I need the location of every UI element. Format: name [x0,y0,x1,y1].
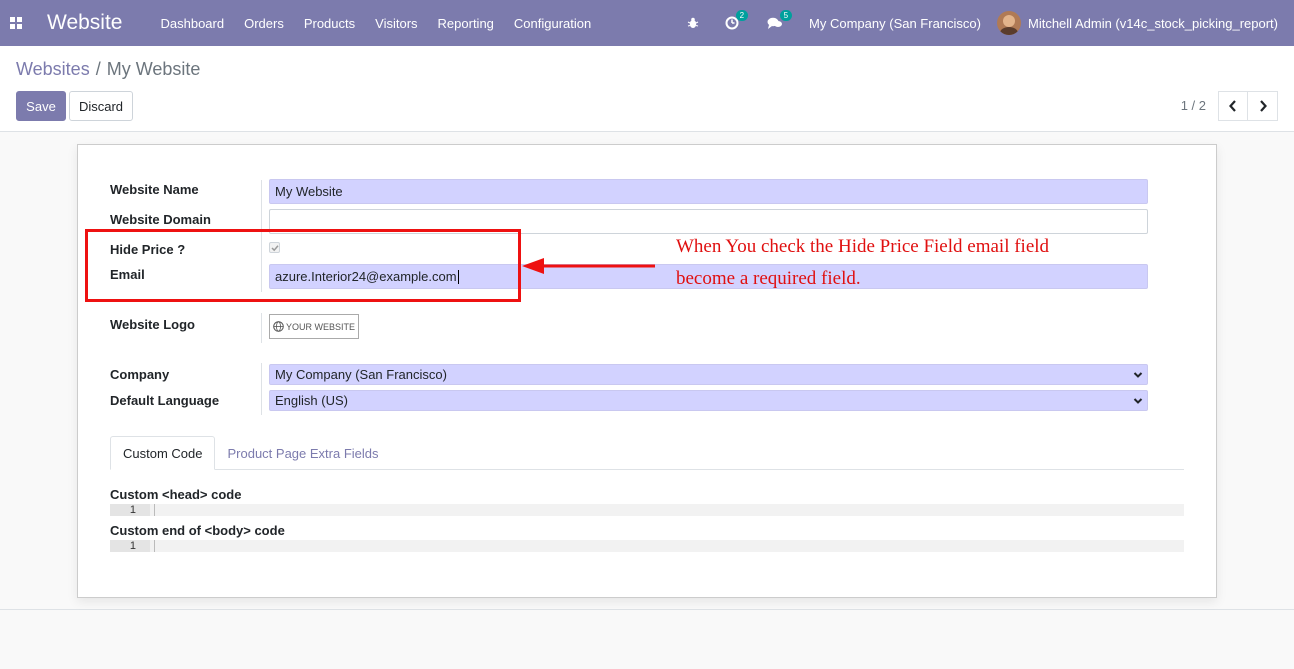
globe-icon [273,321,284,332]
form-sheet: Website Name Website Domain Hide Price ?… [77,144,1217,598]
custom-head-code-label: Custom <head> code [110,487,242,502]
messages-chat-icon[interactable]: 5 [767,10,793,30]
annotation-line-2: become a required field. [676,268,861,289]
chevron-left-icon [1229,100,1236,112]
company-select[interactable]: My Company (San Francisco) [269,364,1148,385]
website-name-value: My Website [275,184,343,199]
menu-item-products[interactable]: Products [294,16,365,31]
company-switcher[interactable]: My Company (San Francisco) [809,16,981,31]
chevron-right-icon [1259,100,1267,112]
apps-grid-icon[interactable] [0,0,32,46]
pager-buttons [1218,91,1278,121]
avatar [997,11,1021,35]
chevron-down-icon [1133,398,1143,404]
menu-item-visitors[interactable]: Visitors [365,16,427,31]
custom-body-code-label: Custom end of <body> code [110,523,285,538]
form-view-content: Website Name Website Domain Hide Price ?… [0,132,1294,610]
company-label: Company [110,367,170,382]
annotation-note: When You check the Hide Price Field emai… [676,231,1136,295]
default-language-select[interactable]: English (US) [269,390,1148,411]
custom-head-code-editor[interactable]: 1 [110,504,1184,516]
breadcrumb: Websites / My Website [16,59,200,80]
line-number: 1 [110,504,150,516]
custom-body-code-editor[interactable]: 1 [110,540,1184,552]
control-panel: Websites / My Website Save Discard 1 / 2 [0,46,1294,132]
annotation-line-1: When You check the Hide Price Field emai… [676,236,1050,257]
logo-text: YOUR WEBSITE [286,321,356,332]
breadcrumb-websites-link[interactable]: Websites [16,59,90,80]
language-select-value: English (US) [275,393,348,408]
website-domain-label: Website Domain [110,212,211,227]
menu-item-reporting[interactable]: Reporting [428,16,504,31]
debug-bug-icon[interactable] [687,17,699,29]
save-button[interactable]: Save [16,91,66,121]
pager-value[interactable]: 1 / 2 [1181,98,1206,113]
discard-button[interactable]: Discard [69,91,133,121]
user-menu[interactable]: Mitchell Admin (v14c_stock_picking_repor… [997,11,1278,35]
line-number: 1 [110,540,150,552]
menu-item-dashboard[interactable]: Dashboard [150,16,234,31]
website-name-label: Website Name [110,182,199,197]
breadcrumb-current: My Website [106,59,201,79]
main-menu: Dashboard Orders Products Visitors Repor… [150,16,601,31]
activity-clock-icon[interactable]: 2 [725,10,749,30]
app-brand[interactable]: Website [47,11,122,35]
label-divider [261,313,262,343]
default-language-label: Default Language [110,393,220,408]
company-select-value: My Company (San Francisco) [275,367,447,382]
website-logo-label: Website Logo [110,317,195,332]
top-navbar: Website Dashboard Orders Products Visito… [0,0,1294,46]
tab-custom-code[interactable]: Custom Code [110,436,216,470]
label-divider [261,363,262,415]
menu-item-orders[interactable]: Orders [234,16,294,31]
pager-previous-button[interactable] [1218,91,1248,121]
pager-next-button[interactable] [1248,91,1278,121]
breadcrumb-separator: / [95,59,101,79]
user-name: Mitchell Admin (v14c_stock_picking_repor… [1028,15,1278,31]
tab-product-page-extra-fields[interactable]: Product Page Extra Fields [215,436,390,470]
page-footer-area [0,610,1294,669]
navbar-systray: 2 5 My Company (San Francisco) Mitchell … [677,0,1294,46]
notebook-tabs: Custom Code Product Page Extra Fields [110,436,1184,470]
website-name-field[interactable]: My Website [269,179,1148,204]
menu-item-configuration[interactable]: Configuration [504,16,601,31]
activity-count-badge: 2 [735,10,749,21]
editor-cursor [154,504,155,516]
editor-cursor [154,540,155,552]
chevron-down-icon [1133,372,1143,378]
arrow-left-icon [522,258,655,274]
highlight-box [85,229,521,302]
messages-count-badge: 5 [779,10,793,21]
website-logo-image[interactable]: YOUR WEBSITE [269,314,359,339]
